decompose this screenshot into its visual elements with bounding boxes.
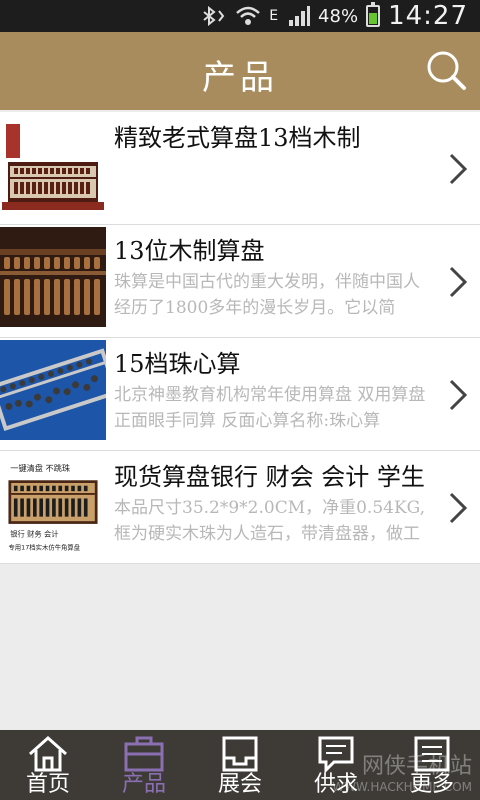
- chevron-right-icon[interactable]: [448, 491, 468, 525]
- wifi-icon: [236, 6, 261, 25]
- thumbnail-caption-middle: 银行 财务 会计: [10, 530, 58, 539]
- product-name: 精致老式算盘13档木制: [114, 124, 361, 152]
- product-name: 现货算盘银行 财会 会计 学生: [114, 463, 425, 491]
- network-type: E: [269, 8, 279, 24]
- product-item[interactable]: 13位木制算盘 珠算是中国古代的重大发明，伴随中国人经历了1800多年的漫长岁月…: [0, 225, 480, 338]
- nav-home-label: 首页: [25, 772, 70, 797]
- watermark-line2: WWW.HACKHOME.COM: [332, 780, 472, 794]
- product-thumbnail: [0, 340, 106, 440]
- nav-exhibition[interactable]: 展会: [192, 730, 288, 800]
- product-thumbnail: 一键清盘 不跳珠 银行 财务 会计 专用17档实木仿牛角算盘: [4, 453, 102, 553]
- bluetooth-icon: [203, 6, 225, 26]
- product-thumbnail: [0, 227, 106, 327]
- header-bar: 产品: [0, 32, 480, 110]
- chevron-right-icon[interactable]: [448, 265, 468, 299]
- signal-icon: [289, 6, 311, 26]
- nav-home[interactable]: 首页: [0, 730, 96, 800]
- watermark: 网侠手机站 WWW.HACKHOME.COM: [332, 748, 472, 794]
- thumbnail-caption-top: 一键清盘 不跳珠: [10, 463, 70, 473]
- clock: 14:27: [388, 1, 468, 31]
- nav-exhibition-label: 展会: [217, 772, 262, 797]
- thumbnail-caption-bottom: 专用17档实木仿牛角算盘: [8, 542, 80, 551]
- product-item[interactable]: 15档珠心算 北京神墨教育机构常年使用算盘 双用算盘 正面眼手同算 反面心算名称…: [0, 338, 480, 451]
- product-description: 本品尺寸35.2*9*2.0CM，净重0.54KG,框为硬实木珠为人造石，带清盘…: [114, 498, 426, 544]
- product-thumbnail: [0, 114, 106, 214]
- battery-icon: [366, 2, 381, 27]
- battery-level: 48%: [318, 5, 359, 27]
- product-description: 北京神墨教育机构常年使用算盘 双用算盘 正面眼手同算 反面心算名称:珠心算: [114, 385, 426, 431]
- product-list: 精致老式算盘13档木制 13位木制算盘 珠算是中国古代的重大发明，伴随中国人经历…: [0, 112, 480, 564]
- product-description: [114, 156, 434, 208]
- product-name: 15档珠心算: [114, 350, 241, 378]
- page-title: 产品: [202, 58, 278, 98]
- chevron-right-icon[interactable]: [448, 152, 468, 186]
- nav-products-label: 产品: [121, 772, 166, 797]
- search-icon[interactable]: [424, 48, 468, 92]
- product-description: 珠算是中国古代的重大发明，伴随中国人经历了1800多年的漫长岁月。它以简: [114, 272, 420, 318]
- product-name: 13位木制算盘: [114, 237, 265, 265]
- watermark-line1: 网侠手机站: [361, 754, 472, 779]
- chevron-right-icon[interactable]: [448, 378, 468, 412]
- product-item[interactable]: 精致老式算盘13档木制: [0, 112, 480, 225]
- product-item[interactable]: 一键清盘 不跳珠 银行 财务 会计 专用17档实木仿牛角算盘 现货算盘银行 财会…: [0, 451, 480, 564]
- status-bar: E 48% 14:27: [0, 0, 480, 32]
- bottom-nav: 首页 产品 展会 供求 更多 网侠手机站 WWW.HACKHOME.COM: [0, 730, 480, 800]
- nav-products[interactable]: 产品: [96, 730, 192, 800]
